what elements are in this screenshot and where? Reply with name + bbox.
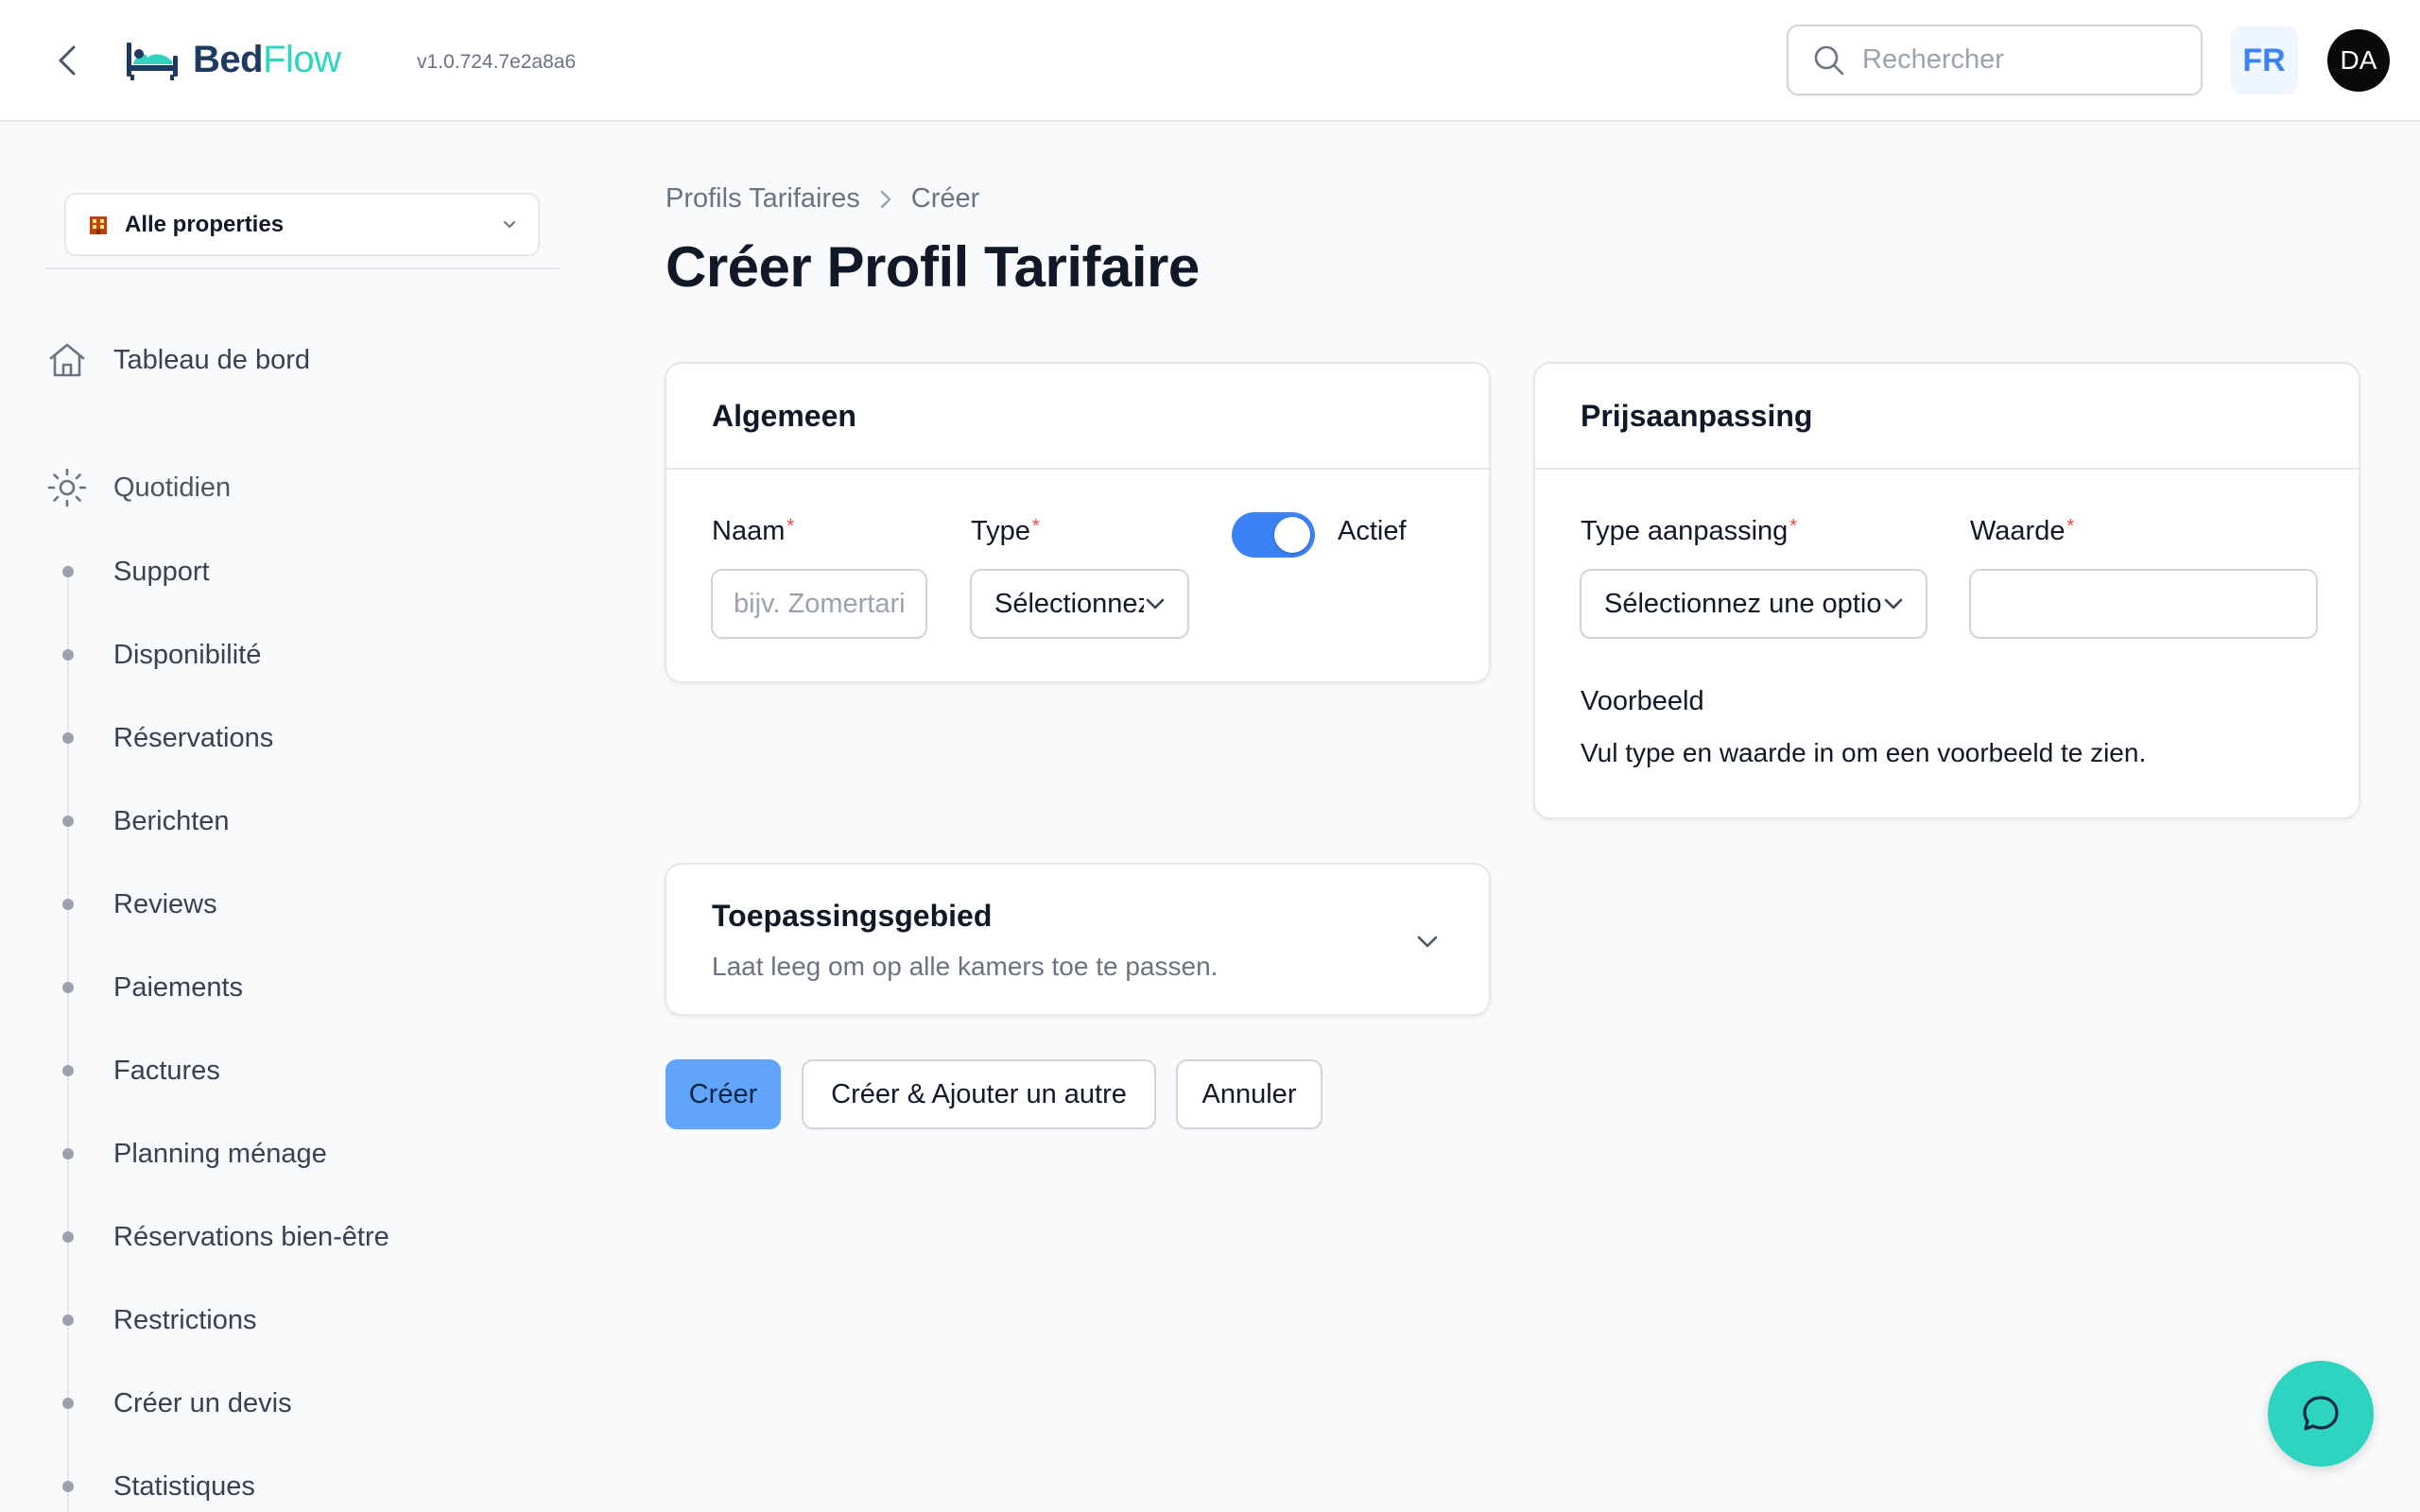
building-icon	[90, 215, 107, 234]
language-switcher[interactable]: FR	[2230, 26, 2298, 94]
sidebar-item-dashboard[interactable]: Tableau de bord	[45, 338, 310, 382]
type-label: Type *	[971, 516, 1040, 546]
price-adjustment-card: Prijsaanpassing Type aanpassing * Sélecti…	[1533, 362, 2360, 819]
type-select-value: Sélectionnez une option	[994, 588, 1144, 619]
sidebar-divider	[45, 267, 560, 269]
general-card: Algemeen Naam* Type* Sélectionnez une op…	[665, 362, 1491, 683]
breadcrumb-link-profils-tarifaires[interactable]: Profils Tarifaires	[666, 183, 860, 215]
preview-label: Voorbeeld	[1581, 686, 1704, 716]
sidebar-item-label: Factures	[113, 1055, 220, 1086]
tree-bullet	[62, 1314, 74, 1326]
tree-bullet	[62, 1481, 74, 1492]
tree-bullet	[62, 732, 74, 744]
sidebar-group-label: Quotidien	[113, 472, 232, 503]
name-label: Naam *	[712, 516, 795, 546]
preview-text: Vul type en waarde in om een voorbeeld t…	[1581, 738, 2147, 767]
price-card-header: Prijsaanpassing	[1535, 364, 2359, 470]
back-button[interactable]	[49, 42, 87, 79]
sidebar-item-label: Planning ménage	[113, 1138, 327, 1169]
general-card-title: Algemeen	[712, 398, 856, 433]
cancel-button[interactable]: Annuler	[1176, 1059, 1322, 1129]
property-select-label: Alle properties	[125, 211, 285, 237]
scope-card[interactable]: Toepassingsgebied Laat leeg om op alle k…	[665, 863, 1491, 1016]
sidebar-item-label: Tableau de bord	[113, 344, 310, 375]
sidebar-tree-line	[67, 565, 69, 1512]
search-box[interactable]	[1787, 25, 2203, 95]
chevron-right-icon	[879, 189, 892, 210]
general-card-header: Algemeen	[666, 364, 1489, 470]
app-logo[interactable]: BedFlow	[125, 36, 341, 83]
sidebar-item-label: Restrictions	[113, 1304, 257, 1335]
chat-button[interactable]	[2268, 1361, 2374, 1467]
sidebar-item-label: Berichten	[113, 805, 230, 836]
type-select[interactable]: Sélectionnez une option	[970, 569, 1189, 639]
price-card-title: Prijsaanpassing	[1581, 398, 1813, 433]
sidebar-item-label: Paiements	[113, 971, 244, 1003]
sidebar: Alle properties Tableau de bord Quotidie…	[0, 124, 567, 1512]
home-icon	[45, 338, 89, 382]
sidebar-item-label: Réservations bien-être	[113, 1221, 389, 1252]
chevron-down-icon	[1146, 598, 1165, 610]
search-icon	[1814, 45, 1844, 75]
page-title: Créer Profil Tarifaire	[666, 235, 1200, 299]
required-marker: *	[1789, 516, 1798, 537]
required-marker: *	[1031, 516, 1040, 537]
top-bar: BedFlow v1.0.724.7e2a8a6 FR DA	[0, 0, 2420, 122]
sidebar-group-quotidien[interactable]: Quotidien	[45, 466, 231, 509]
user-avatar[interactable]: DA	[2327, 29, 2390, 92]
tree-bullet	[62, 816, 74, 827]
active-label: Actief	[1338, 516, 1407, 546]
value-label: Waarde *	[1970, 516, 2075, 546]
sun-icon	[45, 466, 89, 509]
create-button[interactable]: Créer	[666, 1059, 781, 1129]
required-marker: *	[2066, 516, 2075, 537]
required-marker: *	[786, 516, 795, 537]
tree-bullet	[62, 1065, 74, 1076]
bed-icon	[127, 43, 178, 80]
chevron-left-icon	[59, 45, 76, 76]
scope-card-title: Toepassingsgebied	[712, 899, 993, 933]
chat-bubble-icon	[2303, 1396, 2339, 1431]
breadcrumb: Profils Tarifaires Créer	[666, 183, 979, 215]
sidebar-item-label: Réservations	[113, 722, 274, 753]
brand-name: BedFlow	[193, 38, 341, 80]
active-toggle[interactable]	[1232, 512, 1315, 558]
tree-bullet	[62, 566, 74, 577]
adjustment-type-select[interactable]: Sélectionnez une option	[1580, 569, 1927, 639]
sidebar-item-label: Statistiques	[113, 1470, 255, 1502]
sidebar-item-label: Reviews	[113, 888, 217, 919]
scope-card-description: Laat leeg om op alle kamers toe te passe…	[712, 952, 1219, 981]
tree-bullet	[62, 1148, 74, 1160]
tree-bullet	[62, 1231, 74, 1243]
adjustment-type-value: Sélectionnez une option	[1604, 588, 1882, 619]
toggle-knob	[1274, 517, 1310, 553]
create-and-add-another-button[interactable]: Créer & Ajouter un autre	[802, 1059, 1156, 1129]
name-input[interactable]	[711, 569, 927, 639]
chevron-down-icon[interactable]	[1415, 933, 1440, 950]
sidebar-item-label: Créer un devis	[113, 1387, 292, 1418]
sidebar-item-label: Disponibilité	[113, 639, 262, 670]
chevron-down-icon	[504, 220, 515, 228]
chevron-down-icon	[1884, 598, 1903, 610]
property-select[interactable]: Alle properties	[64, 193, 540, 256]
value-input[interactable]	[1969, 569, 2318, 639]
tree-bullet	[62, 1398, 74, 1409]
search-input[interactable]	[1862, 44, 2174, 76]
sidebar-item-label: Support	[113, 556, 210, 587]
app-version: v1.0.724.7e2a8a6	[417, 51, 577, 73]
tree-bullet	[62, 982, 74, 993]
tree-bullet	[62, 649, 74, 661]
breadcrumb-current: Créer	[910, 183, 980, 214]
tree-bullet	[62, 899, 74, 910]
adjustment-type-label: Type aanpassing *	[1581, 516, 1798, 546]
